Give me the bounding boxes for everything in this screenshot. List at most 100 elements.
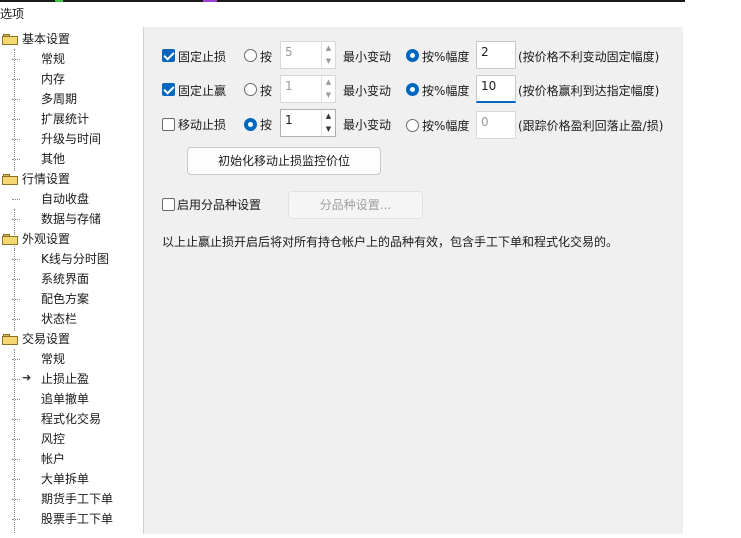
trailing-stop-label: 移动止损 — [178, 118, 227, 132]
enable-variety-label: 启用分品种设置 — [177, 198, 262, 212]
init-trailing-stop-button[interactable]: 初始化移动止损监控价位 — [187, 147, 381, 175]
tree-branch — [12, 479, 20, 480]
tree-item-futures-manual-order[interactable]: 期货手工下单 — [41, 489, 113, 509]
tree-branch — [12, 79, 20, 80]
color-mark-green — [55, 0, 63, 2]
tree-branch — [12, 139, 20, 140]
tree-branch — [12, 99, 20, 100]
tree-item-status-bar[interactable]: 状态栏 — [41, 309, 77, 329]
tree-item-system-ui[interactable]: 系统界面 — [41, 269, 89, 289]
fixed-take-profit-label: 固定止赢 — [178, 84, 227, 98]
spinner-buttons[interactable]: ▲ ▼ — [321, 42, 335, 68]
input-value: 10 — [481, 79, 497, 93]
spinner-buttons[interactable]: ▲ ▼ — [321, 110, 335, 136]
spin-up-icon[interactable]: ▲ — [322, 110, 335, 123]
by-tick-label: 按 — [260, 118, 273, 132]
tree-branch — [12, 419, 20, 420]
tree-item-account[interactable]: 帐户 — [41, 449, 65, 469]
tree-branch — [12, 359, 20, 360]
fixed-take-profit-by-tick-radio[interactable] — [244, 83, 257, 96]
fixed-stop-loss-note: (按价格不利变动固定幅度) — [518, 50, 660, 64]
tree-branch — [12, 519, 20, 520]
tree-branch — [12, 159, 20, 160]
spin-down-icon[interactable]: ▼ — [322, 123, 335, 136]
by-tick-label: 按 — [260, 50, 273, 64]
tree-branch — [12, 219, 20, 220]
spinner-buttons[interactable]: ▲ ▼ — [321, 76, 335, 102]
folder-open-icon — [2, 34, 18, 45]
spin-up-icon[interactable]: ▲ — [322, 76, 335, 89]
fixed-take-profit-pct-input[interactable]: 10 — [476, 75, 516, 103]
tree-branch — [12, 459, 20, 460]
tree-item-chase-cancel[interactable]: 追单撤单 — [41, 389, 89, 409]
fixed-stop-loss-label: 固定止损 — [178, 50, 227, 64]
tree-branch — [12, 259, 20, 260]
color-mark-purple — [203, 0, 217, 2]
min-change-label: 最小变动 — [343, 118, 392, 132]
trailing-stop-pct-radio[interactable] — [406, 119, 419, 132]
tree-branch — [12, 119, 20, 120]
tree-item-stop-loss-profit[interactable]: 止损止盈 — [41, 369, 90, 389]
fixed-take-profit-note: (按价格赢利到达指定幅度) — [518, 84, 660, 98]
tree-item-risk-control[interactable]: 风控 — [41, 429, 65, 449]
info-text: 以上止赢止损开启后将对所有持仓帐户上的品种有效，包含手工下单和程式化交易的。 — [162, 235, 619, 249]
tree-branch — [12, 199, 20, 200]
tree-category-label: 行情设置 — [22, 172, 71, 186]
fixed-stop-loss-pct-input[interactable]: 2 — [476, 41, 516, 69]
tree-category-label: 基本设置 — [22, 32, 71, 46]
folder-open-icon — [2, 234, 18, 245]
tree-item-extended-stats[interactable]: 扩展统计 — [41, 109, 89, 129]
fixed-stop-loss-tick-spinner[interactable]: 5 ▲ ▼ — [280, 41, 336, 69]
fixed-take-profit-tick-spinner[interactable]: 1 ▲ ▼ — [280, 75, 336, 103]
tree-branch — [12, 399, 20, 400]
spin-down-icon[interactable]: ▼ — [322, 55, 335, 68]
settings-tree[interactable]: 基本设置 常规 内存 多周期 扩展统计 升级与时间 其他 行情设置 自动收盘 数… — [0, 27, 144, 534]
tree-connector — [14, 49, 15, 171]
tree-item-multi-period[interactable]: 多周期 — [41, 89, 77, 109]
trailing-stop-pct-input[interactable]: 0 — [476, 111, 516, 139]
tree-branch — [12, 299, 20, 300]
spin-up-icon[interactable]: ▲ — [322, 42, 335, 55]
tree-item-upgrade-time[interactable]: 升级与时间 — [41, 129, 101, 149]
fixed-stop-loss-pct-radio[interactable] — [406, 49, 419, 62]
tree-category-label: 交易设置 — [22, 332, 71, 346]
by-tick-label: 按 — [260, 84, 273, 98]
enable-variety-checkbox[interactable] — [162, 198, 175, 211]
fixed-stop-loss-checkbox[interactable] — [162, 49, 175, 62]
spin-down-icon[interactable]: ▼ — [322, 89, 335, 102]
tree-item-data-storage[interactable]: 数据与存储 — [41, 209, 101, 229]
variety-settings-button[interactable]: 分品种设置... — [288, 191, 423, 219]
tree-item-memory[interactable]: 内存 — [41, 69, 65, 89]
tree-connector — [14, 349, 15, 534]
pct-label: 按%幅度 — [422, 119, 470, 133]
tree-branch — [12, 279, 20, 280]
tree-item-other[interactable]: 其他 — [41, 149, 65, 169]
tree-item-color-scheme[interactable]: 配色方案 — [41, 289, 89, 309]
folder-open-icon — [2, 334, 18, 345]
trailing-stop-note: (跟踪价格盈利回落止盈/损) — [518, 119, 664, 133]
tree-category-label: 外观设置 — [22, 232, 71, 246]
tree-branch — [12, 379, 20, 380]
tree-item-kline[interactable]: K线与分时图 — [41, 249, 109, 269]
trailing-stop-checkbox[interactable] — [162, 118, 175, 131]
tree-item-programmatic-trading[interactable]: 程式化交易 — [41, 409, 101, 429]
tree-branch — [12, 439, 20, 440]
tree-item-general[interactable]: 常规 — [41, 49, 65, 69]
fixed-take-profit-checkbox[interactable] — [162, 83, 175, 96]
pct-label: 按%幅度 — [422, 84, 470, 98]
folder-open-icon — [2, 174, 18, 185]
top-border — [0, 0, 685, 2]
fixed-take-profit-pct-radio[interactable] — [406, 83, 419, 96]
tree-item-auto-close[interactable]: 自动收盘 — [41, 189, 89, 209]
tree-item-stock-manual-order[interactable]: 股票手工下单 — [41, 509, 113, 529]
trailing-stop-tick-spinner[interactable]: 1 ▲ ▼ — [280, 109, 336, 137]
tree-branch — [12, 59, 20, 60]
fixed-stop-loss-by-tick-radio[interactable] — [244, 49, 257, 62]
trailing-stop-by-tick-radio[interactable] — [244, 118, 257, 131]
tree-item-large-order-split[interactable]: 大单拆单 — [41, 469, 89, 489]
tree-item-trade-general[interactable]: 常规 — [41, 349, 65, 369]
input-value: 2 — [481, 45, 489, 59]
tree-branch — [12, 499, 20, 500]
spinner-value: 1 — [285, 113, 293, 127]
spinner-value: 5 — [285, 45, 293, 59]
